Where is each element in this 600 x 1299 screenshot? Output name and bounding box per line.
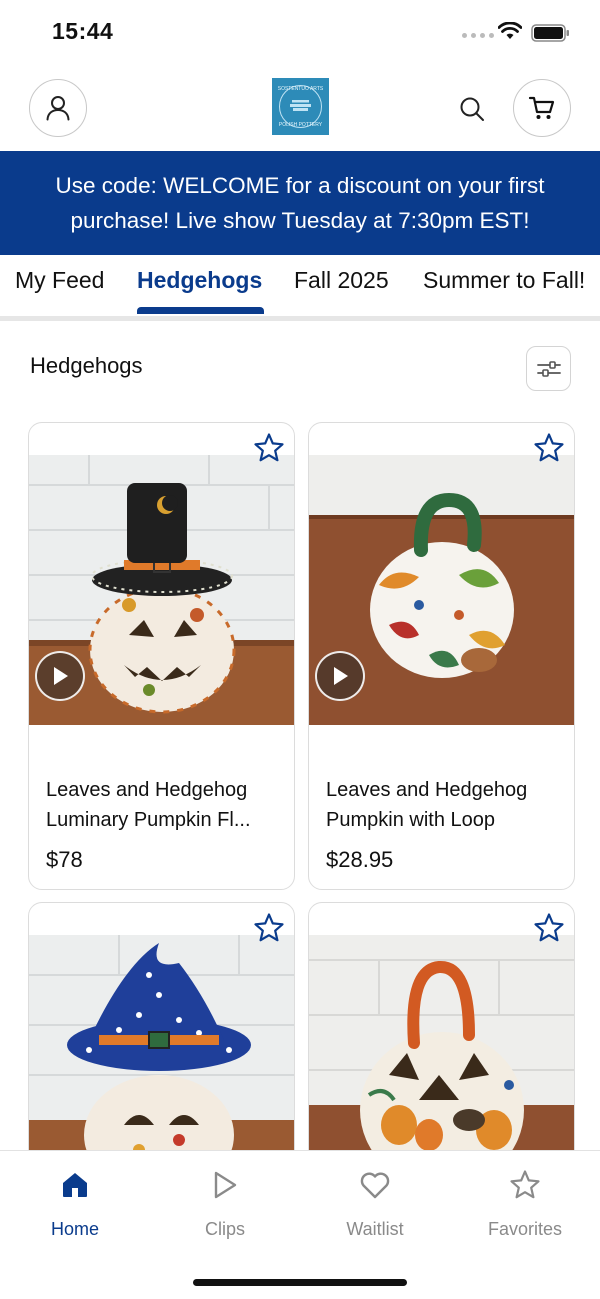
product-image[interactable]	[29, 455, 294, 725]
tabbar-favorites[interactable]: Favorites	[470, 1167, 580, 1240]
play-icon	[54, 667, 68, 685]
star-outline-icon	[254, 913, 284, 942]
play-icon	[214, 1171, 237, 1199]
product-price: $78	[46, 847, 83, 872]
status-bar: 15:44	[0, 0, 600, 66]
product-card[interactable]: Leaves and Hedgehog Pumpkin with Loop $2…	[308, 422, 575, 890]
tabbar-label: Home	[50, 1219, 99, 1239]
tabs-divider	[0, 316, 600, 321]
app-header: SOSTENTUO ARTS POLISH POTTERY	[0, 66, 600, 151]
status-time: 15:44	[52, 18, 114, 44]
bottom-tab-bar: Home Clips Waitlist Favorites	[0, 1150, 600, 1299]
sliders-icon	[536, 360, 561, 377]
favorite-button[interactable]	[252, 431, 286, 465]
tabbar-label: Waitlist	[346, 1219, 404, 1239]
wifi-icon	[498, 22, 522, 39]
star-outline-icon	[534, 913, 564, 942]
logo-mark: SOSTENTUO ARTS POLISH POTTERY	[278, 85, 324, 128]
tab-my-feed[interactable]: My Feed	[15, 267, 104, 294]
battery-icon	[531, 24, 569, 42]
search-icon	[460, 97, 484, 121]
star-outline-icon	[254, 433, 284, 462]
play-video-button[interactable]	[315, 651, 365, 701]
brand-logo[interactable]: SOSTENTUO ARTS POLISH POTTERY	[272, 78, 329, 135]
favorite-button[interactable]	[532, 431, 566, 465]
favorite-button[interactable]	[252, 911, 286, 945]
home-indicator[interactable]	[193, 1279, 407, 1286]
tabbar-clips[interactable]: Clips	[170, 1167, 280, 1240]
svg-text:POLISH POTTERY: POLISH POTTERY	[279, 122, 323, 128]
category-tabs: My Feed Hedgehogs Fall 2025 Summer to Fa…	[0, 255, 600, 317]
signal-icon	[462, 33, 494, 38]
active-tab-indicator	[137, 307, 264, 314]
promo-banner-text: Use code: WELCOME for a discount on your…	[55, 173, 545, 233]
favorite-button[interactable]	[532, 911, 566, 945]
cart-button[interactable]	[513, 79, 571, 137]
cart-icon	[528, 96, 555, 119]
svg-text:SOSTENTUO ARTS: SOSTENTUO ARTS	[278, 86, 324, 92]
product-title: Leaves and Hedgehog Pumpkin with Loop	[326, 779, 528, 831]
filter-button[interactable]	[526, 346, 571, 391]
search-button[interactable]	[456, 93, 488, 125]
section-title: Hedgehogs	[30, 353, 143, 378]
tabbar-home[interactable]: Home	[20, 1167, 130, 1240]
product-title: Leaves and Hedgehog Luminary Pumpkin Fl.…	[46, 779, 251, 831]
play-icon	[334, 667, 348, 685]
home-icon	[63, 1173, 87, 1197]
user-icon	[46, 96, 70, 121]
tabbar-label: Favorites	[487, 1219, 563, 1239]
product-image[interactable]	[309, 455, 574, 725]
product-card[interactable]: Leaves and Hedgehog Luminary Pumpkin Fl.…	[28, 422, 295, 890]
star-outline-icon	[534, 433, 564, 462]
profile-button[interactable]	[29, 79, 87, 137]
tab-fall-2025[interactable]: Fall 2025	[294, 267, 389, 294]
promo-banner[interactable]: Use code: WELCOME for a discount on your…	[0, 151, 600, 255]
heart-icon	[360, 1172, 390, 1199]
tab-summer-to-fall[interactable]: Summer to Fall!	[423, 267, 585, 294]
product-price: $28.95	[326, 847, 394, 872]
tabbar-label: Clips	[204, 1219, 245, 1239]
play-video-button[interactable]	[35, 651, 85, 701]
tab-hedgehogs[interactable]: Hedgehogs	[137, 267, 262, 294]
star-icon	[510, 1170, 540, 1199]
tabbar-waitlist[interactable]: Waitlist	[320, 1167, 430, 1240]
